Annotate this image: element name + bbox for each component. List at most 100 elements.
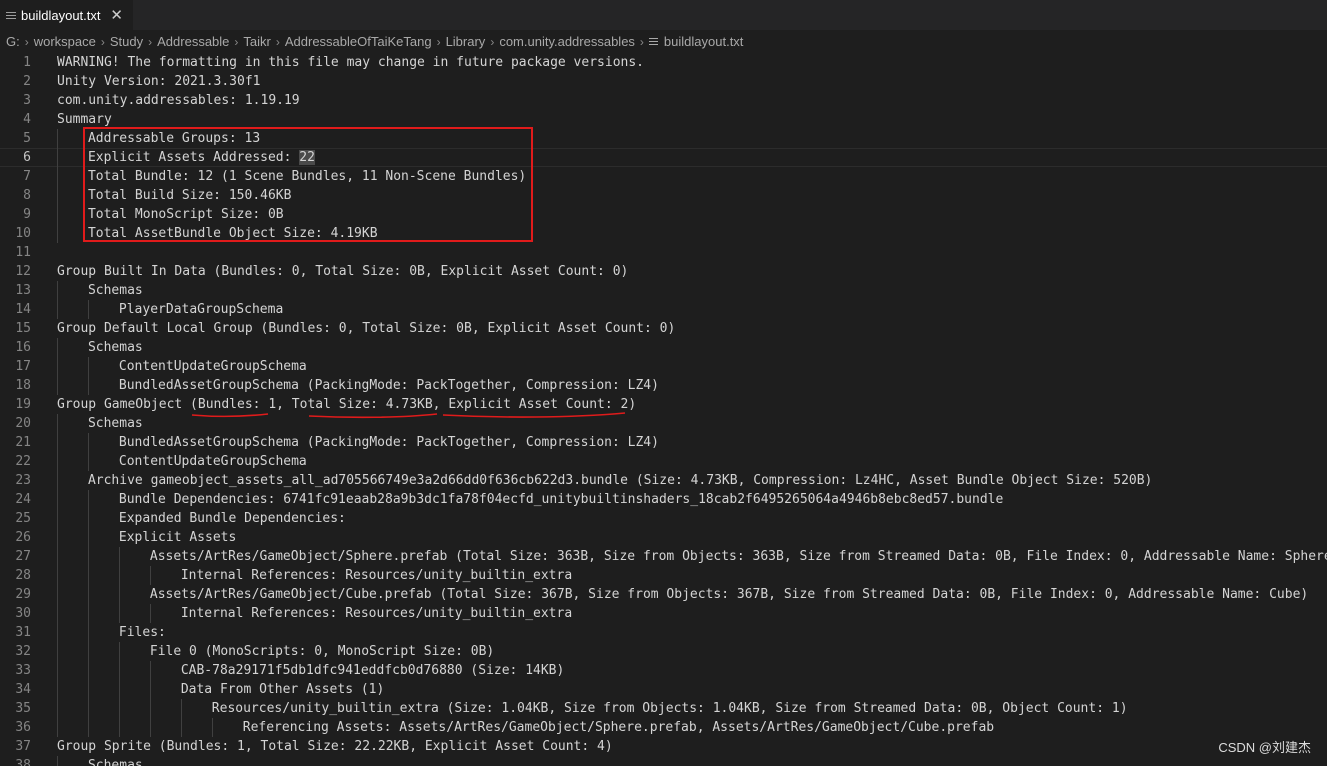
code-line[interactable]: 38 Schemas (0, 756, 1327, 766)
code-line[interactable]: 4 Summary (0, 110, 1327, 129)
chevron-right-icon: › (24, 34, 29, 49)
code-line[interactable]: 16 Schemas (0, 338, 1327, 357)
code-line[interactable]: 22 ContentUpdateGroupSchema (0, 452, 1327, 471)
line-number: 30 (15, 606, 31, 621)
breadcrumb-file[interactable]: buildlayout.txt (664, 34, 744, 49)
line-text: Explicit Assets (118, 530, 237, 545)
code-line[interactable]: 14 PlayerDataGroupSchema (0, 300, 1327, 319)
code-line[interactable]: 37 Group Sprite (Bundles: 1, Total Size: … (0, 737, 1327, 756)
line-text: Data From Other Assets (1) (180, 682, 385, 697)
breadcrumb-item[interactable]: AddressableOfTaiKeTang (285, 34, 432, 49)
indent-guide (118, 585, 120, 604)
indent-guide (57, 528, 58, 547)
code-line[interactable]: 3 com.unity.addressables: 1.19.19 (0, 91, 1327, 110)
indent-guide (149, 718, 151, 737)
code-line[interactable]: 20 Schemas (0, 414, 1327, 433)
breadcrumb-item[interactable]: Addressable (157, 34, 229, 49)
line-text: Total Bundle: 12 (1 Scene Bundles, 11 No… (87, 169, 527, 184)
breadcrumb-item[interactable]: workspace (34, 34, 96, 49)
code-line[interactable]: 33 CAB-78a29171f5db1dfc941eddfcb0d76880 (… (0, 661, 1327, 680)
line-number: 12 (15, 264, 31, 279)
line-text: Schemas (87, 340, 143, 355)
code-line[interactable]: 34 Data From Other Assets (1) (0, 680, 1327, 699)
chevron-right-icon: › (234, 34, 239, 49)
line-number: 7 (23, 169, 31, 184)
breadcrumb-item[interactable]: Library (446, 34, 486, 49)
code-line[interactable]: 35 Resources/unity_builtin_extra (Size: 1… (0, 699, 1327, 718)
indent-guide (57, 148, 58, 167)
breadcrumb-item[interactable]: G: (6, 34, 20, 49)
breadcrumb-item[interactable]: Study (110, 34, 143, 49)
indent-guide (57, 300, 58, 319)
line-text: Archive gameobject_assets_all_ad70556674… (87, 473, 1153, 488)
code-line[interactable]: 26 Explicit Assets (0, 528, 1327, 547)
indent-guide (57, 566, 58, 585)
line-number: 19 (15, 397, 31, 412)
code-line[interactable]: 2 Unity Version: 2021.3.30f1 (0, 72, 1327, 91)
code-line[interactable]: 27 Assets/ArtRes/GameObject/Sphere.prefab… (0, 547, 1327, 566)
line-text: BundledAssetGroupSchema (PackingMode: Pa… (118, 378, 659, 393)
line-number: 8 (23, 188, 31, 203)
indent-guide (87, 509, 89, 528)
indent-guide (87, 490, 89, 509)
code-line[interactable]: 31 Files: (0, 623, 1327, 642)
selection-highlight: 22 (299, 150, 315, 165)
line-text: Referencing Assets: Assets/ArtRes/GameOb… (242, 720, 995, 735)
line-number: 24 (15, 492, 31, 507)
line-text: CAB-78a29171f5db1dfc941eddfcb0d76880 (Si… (180, 663, 565, 678)
code-line[interactable]: 10 Total AssetBundle Object Size: 4.19KB (0, 224, 1327, 243)
line-text: Files: (118, 625, 166, 640)
tab-buildlayout[interactable]: buildlayout.txt ✕ (0, 0, 133, 30)
indent-guide (87, 433, 89, 452)
breadcrumb-item[interactable]: com.unity.addressables (499, 34, 635, 49)
code-line[interactable]: 12 Group Built In Data (Bundles: 0, Total… (0, 262, 1327, 281)
code-line[interactable]: 8 Total Build Size: 150.46KB (0, 186, 1327, 205)
code-line[interactable]: 7 Total Bundle: 12 (1 Scene Bundles, 11 N… (0, 167, 1327, 186)
code-line[interactable]: 19 Group GameObject (Bundles: 1, Total Si… (0, 395, 1327, 414)
indent-guide (87, 604, 89, 623)
indent-guide (57, 433, 58, 452)
code-editor[interactable]: 1 WARNING! The formatting in this file ma… (0, 53, 1327, 766)
close-icon[interactable]: ✕ (110, 6, 123, 24)
code-line[interactable]: 18 BundledAssetGroupSchema (PackingMode: … (0, 376, 1327, 395)
code-line[interactable]: 11 (0, 243, 1327, 262)
breadcrumb-item[interactable]: Taikr (243, 34, 270, 49)
indent-guide (149, 604, 151, 623)
code-line[interactable]: 29 Assets/ArtRes/GameObject/Cube.prefab (… (0, 585, 1327, 604)
indent-guide (57, 642, 58, 661)
chevron-right-icon: › (436, 34, 441, 49)
indent-guide (149, 566, 151, 585)
code-line[interactable]: 5 Addressable Groups: 13 (0, 129, 1327, 148)
code-line[interactable]: 32 File 0 (MonoScripts: 0, MonoScript Siz… (0, 642, 1327, 661)
line-text: Assets/ArtRes/GameObject/Sphere.prefab (… (149, 549, 1327, 564)
line-number: 32 (15, 644, 31, 659)
chevron-right-icon: › (490, 34, 495, 49)
breadcrumb: G: › workspace › Study › Addressable › Taikr › Add… (0, 30, 1327, 53)
code-line[interactable]: 21 BundledAssetGroupSchema (PackingMode: … (0, 433, 1327, 452)
line-number: 29 (15, 587, 31, 602)
line-text: PlayerDataGroupSchema (118, 302, 284, 317)
line-number: 15 (15, 321, 31, 336)
indent-guide (57, 718, 58, 737)
code-line[interactable]: 25 Expanded Bundle Dependencies: (0, 509, 1327, 528)
code-line[interactable]: 1 WARNING! The formatting in this file ma… (0, 53, 1327, 72)
code-line[interactable]: 30 Internal References: Resources/unity_b… (0, 604, 1327, 623)
line-text: Resources/unity_builtin_extra (Size: 1.0… (211, 701, 1128, 716)
code-line[interactable]: 15 Group Default Local Group (Bundles: 0,… (0, 319, 1327, 338)
code-line[interactable]: 17 ContentUpdateGroupSchema (0, 357, 1327, 376)
code-line[interactable]: 13 Schemas (0, 281, 1327, 300)
code-line[interactable]: 36 Referencing Assets: Assets/ArtRes/Game… (0, 718, 1327, 737)
indent-guide (118, 642, 120, 661)
line-text: Group Built In Data (Bundles: 0, Total S… (57, 264, 629, 279)
code-line[interactable]: 23 Archive gameobject_assets_all_ad705566… (0, 471, 1327, 490)
indent-guide (87, 357, 89, 376)
line-number: 31 (15, 625, 31, 640)
line-text: Explicit Assets Addressed: 22 (87, 150, 315, 165)
code-line[interactable]: 28 Internal References: Resources/unity_b… (0, 566, 1327, 585)
code-line[interactable]: 24 Bundle Dependencies: 6741fc91eaab28a9b… (0, 490, 1327, 509)
code-line[interactable]: 6 Explicit Assets Addressed: 22 (0, 148, 1327, 167)
line-text: com.unity.addressables: 1.19.19 (57, 93, 300, 108)
indent-guide (87, 566, 89, 585)
indent-guide (87, 623, 89, 642)
code-line[interactable]: 9 Total MonoScript Size: 0B (0, 205, 1327, 224)
